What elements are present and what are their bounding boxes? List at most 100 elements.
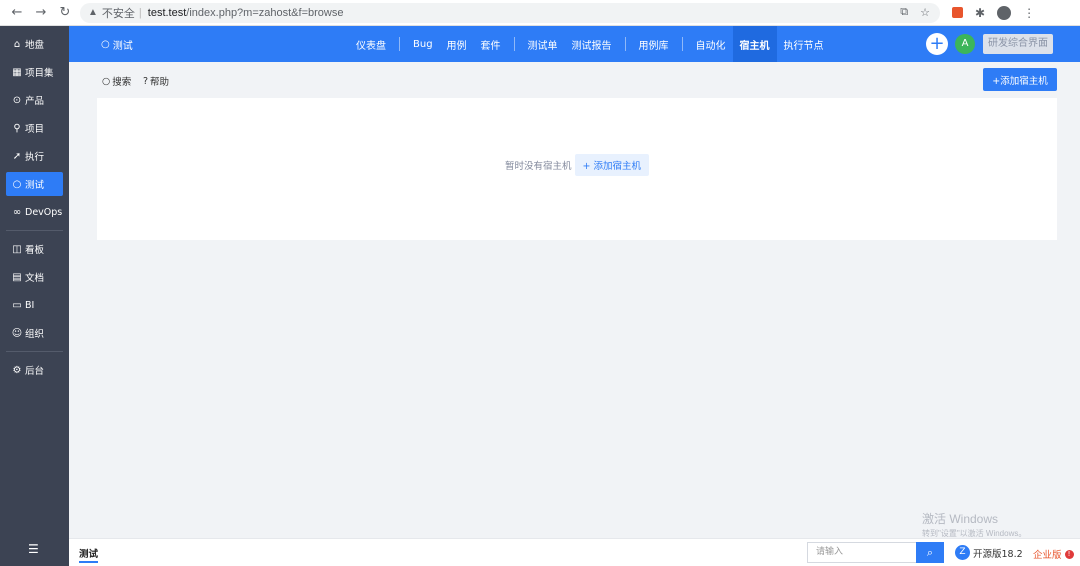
sidebar-item-label: 项目 <box>25 124 45 135</box>
extensions: ✱ ⋮ <box>952 5 1035 20</box>
help-link[interactable]: ? 帮助 <box>143 74 170 89</box>
sidebar-item-home[interactable]: ⌂ 地盘 <box>6 32 63 56</box>
tab-suite[interactable]: 套件 <box>474 26 508 62</box>
sidebar-item-label: 产品 <box>25 96 45 107</box>
current-module[interactable]: ○ 测试 <box>101 37 133 52</box>
menu-divider <box>681 37 683 51</box>
footer-breadcrumb[interactable]: 测试 <box>79 546 99 563</box>
tab-testtask[interactable]: 测试单 <box>521 26 565 62</box>
search-icon: ○ <box>101 38 110 50</box>
location-icon: ⊙ <box>12 94 22 106</box>
sidebar-item-program[interactable]: ▦ 项目集 <box>6 60 63 84</box>
help-label: 帮助 <box>150 77 170 88</box>
footer-search-button[interactable]: ⌕ <box>916 542 944 563</box>
browser-toolbar: ← → ↻ ▲ 不安全 | test.test /index.php?m=zah… <box>0 0 1080 26</box>
extension-icon[interactable] <box>952 7 963 18</box>
home-icon: ⌂ <box>13 38 21 50</box>
reload-icon[interactable]: ↻ <box>58 5 72 20</box>
current-module-label: 测试 <box>112 40 133 52</box>
add-host-button[interactable]: +添加宿主机 <box>983 68 1057 91</box>
sidebar-item-project[interactable]: ⚲ 项目 <box>6 116 63 140</box>
collapse-menu-icon[interactable]: ☰ <box>28 542 39 556</box>
menu-divider <box>624 37 626 51</box>
empty-message: 暂时没有宿主机 <box>505 161 572 172</box>
search-icon: ○ <box>102 75 111 87</box>
sidebar-item-doc[interactable]: ▤ 文档 <box>6 265 63 289</box>
toolbar: ○ 搜索 ? 帮助 +添加宿主机 <box>69 62 1080 98</box>
footer: 测试 请输入 ⌕ Z 开源版18.2 企业版 ! <box>69 538 1080 566</box>
module-menu: 仪表盘 Bug 用例 套件 测试单 测试报告 用例库 自动化 宿主机 执行节点 <box>349 26 831 62</box>
kanban-icon: ◫ <box>12 243 22 255</box>
sidebar-item-test[interactable]: ○ 测试 <box>6 172 63 196</box>
warning-icon: ▲ <box>88 7 98 18</box>
host-list-panel: 暂时没有宿主机 + 添加宿主机 <box>97 98 1057 240</box>
chart-icon: ▭ <box>12 299 22 311</box>
url-host: test.test <box>147 6 187 19</box>
browser-nav: ← → ↻ <box>0 5 78 20</box>
tab-caselib[interactable]: 用例库 <box>632 26 676 62</box>
enterprise-label: 企业版 <box>1033 550 1062 561</box>
sidebar-item-label: 测试 <box>25 180 45 191</box>
tab-zahost[interactable]: 宿主机 <box>732 26 777 62</box>
add-host-link[interactable]: + 添加宿主机 <box>574 154 649 176</box>
ui-switch-button[interactable]: 研发综合界面 <box>983 34 1053 54</box>
sidebar-item-execution[interactable]: ➚ 执行 <box>6 144 63 168</box>
infinity-icon: ∞ <box>12 206 22 218</box>
avatar[interactable]: A <box>955 34 975 54</box>
tab-node[interactable]: 执行节点 <box>777 26 831 62</box>
zentao-logo-icon: Z <box>955 545 970 560</box>
bookmark-star-icon[interactable]: ☆ <box>920 6 930 19</box>
menu-divider <box>399 37 400 51</box>
alert-icon: ! <box>1064 549 1074 559</box>
grid-icon: ▦ <box>12 66 22 78</box>
empty-state: 暂时没有宿主机 + 添加宿主机 <box>505 154 649 176</box>
sidebar-item-label: 看板 <box>25 245 45 256</box>
sidebar-item-kanban[interactable]: ◫ 看板 <box>6 237 63 261</box>
sidebar-item-label: 项目集 <box>25 68 54 79</box>
sidebar-item-label: BI <box>25 299 35 311</box>
doc-icon: ▤ <box>12 271 22 283</box>
footer-search-input[interactable]: 请输入 <box>807 542 917 563</box>
sidebar-item-admin[interactable]: ⚙ 后台 <box>6 358 63 382</box>
tab-bug[interactable]: Bug <box>406 26 440 62</box>
menu-divider <box>513 37 515 51</box>
sidebar-item-label: 文档 <box>25 273 45 284</box>
back-icon[interactable]: ← <box>10 5 24 20</box>
omnibox-actions: ⧉ ☆ <box>900 6 940 19</box>
tab-automation[interactable]: 自动化 <box>689 26 733 62</box>
sidebar-item-label: 组织 <box>25 329 45 340</box>
search-icon: ○ <box>12 178 22 190</box>
rocket-icon: ⚲ <box>13 122 21 134</box>
insecure-label: 不安全 <box>101 7 135 20</box>
watermark-title: 激活 Windows <box>922 512 999 526</box>
create-plus-button[interactable]: + <box>926 33 948 55</box>
url-path: /index.php?m=zahost&f=browse <box>186 6 344 19</box>
address-bar[interactable]: ▲ 不安全 | test.test /index.php?m=zahost&f=… <box>80 2 940 23</box>
version-label: 开源版18.2 <box>973 548 1023 560</box>
tab-dashboard[interactable]: 仪表盘 <box>349 26 393 62</box>
search-icon: ⌕ <box>926 546 934 559</box>
search-toggle[interactable]: ○ 搜索 <box>102 74 131 89</box>
enterprise-link[interactable]: 企业版 ! <box>1033 547 1074 561</box>
separator: | <box>138 6 142 19</box>
profile-icon[interactable] <box>997 5 1012 20</box>
forward-icon[interactable]: → <box>34 5 48 20</box>
sidebar-item-label: 后台 <box>25 366 45 377</box>
menu-dots-icon[interactable]: ⋮ <box>1023 6 1035 20</box>
sidebar-item-product[interactable]: ⊙ 产品 <box>6 88 63 112</box>
sidebar-item-org[interactable]: ☺ 组织 <box>6 321 63 345</box>
tab-testreport[interactable]: 测试报告 <box>565 26 619 62</box>
sidebar-item-label: 执行 <box>25 152 45 163</box>
sidebar-item-label: 地盘 <box>25 40 45 51</box>
help-icon: ? <box>143 75 149 87</box>
version-info[interactable]: Z 开源版18.2 <box>955 545 1023 560</box>
tab-case[interactable]: 用例 <box>440 26 474 62</box>
cast-icon[interactable]: ⧉ <box>900 6 908 19</box>
gear-icon: ⚙ <box>12 364 22 376</box>
sidebar-item-bi[interactable]: ▭ BI <box>6 293 63 317</box>
people-icon: ☺ <box>11 327 23 339</box>
sidebar-item-devops[interactable]: ∞ DevOps <box>6 200 63 224</box>
puzzle-icon[interactable]: ✱ <box>975 6 985 20</box>
sidebar-item-label: DevOps <box>25 206 63 218</box>
sidebar: ⌂ 地盘 ▦ 项目集 ⊙ 产品 ⚲ 项目 ➚ 执行 ○ 测试 ∞ DevOps ◫ 看板 ▤ 文档… <box>0 26 69 566</box>
